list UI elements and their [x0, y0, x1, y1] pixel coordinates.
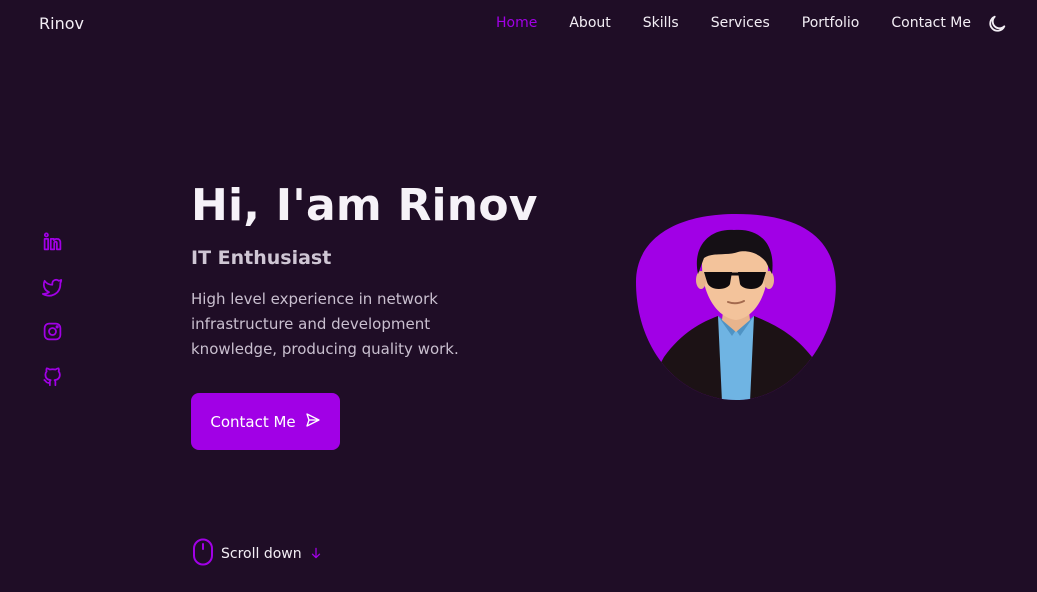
- main-nav: Home About Skills Services Portfolio Con…: [464, 15, 971, 31]
- scroll-down-link[interactable]: Scroll down: [192, 538, 323, 570]
- nav-skills[interactable]: Skills: [643, 15, 679, 31]
- mouse-icon: [192, 538, 214, 570]
- social-links: [42, 231, 63, 387]
- twitter-icon[interactable]: [42, 276, 63, 297]
- instagram-icon[interactable]: [42, 321, 63, 342]
- github-icon[interactable]: [42, 366, 63, 387]
- hero-description: High level experience in network infrast…: [191, 290, 459, 358]
- contact-me-label: Contact Me: [210, 412, 296, 431]
- nav-home[interactable]: Home: [496, 15, 537, 31]
- moon-icon[interactable]: [986, 13, 1008, 35]
- hero-subtitle: IT Enthusiast: [191, 247, 332, 269]
- send-icon: [305, 412, 321, 432]
- nav-portfolio[interactable]: Portfolio: [802, 15, 860, 31]
- site-header: Rinov Home About Skills Services Portfol…: [0, 0, 1037, 48]
- hero-title: Hi, I'am Rinov: [191, 180, 538, 231]
- linkedin-icon[interactable]: [42, 231, 63, 252]
- arrow-down-icon: [309, 545, 323, 564]
- nav-services[interactable]: Services: [711, 15, 770, 31]
- avatar-illustration: [634, 212, 838, 402]
- contact-me-button[interactable]: Contact Me: [191, 393, 340, 450]
- nav-contact[interactable]: Contact Me: [891, 15, 971, 31]
- nav-about[interactable]: About: [569, 15, 610, 31]
- logo[interactable]: Rinov: [39, 14, 84, 33]
- scroll-down-label: Scroll down: [221, 546, 302, 562]
